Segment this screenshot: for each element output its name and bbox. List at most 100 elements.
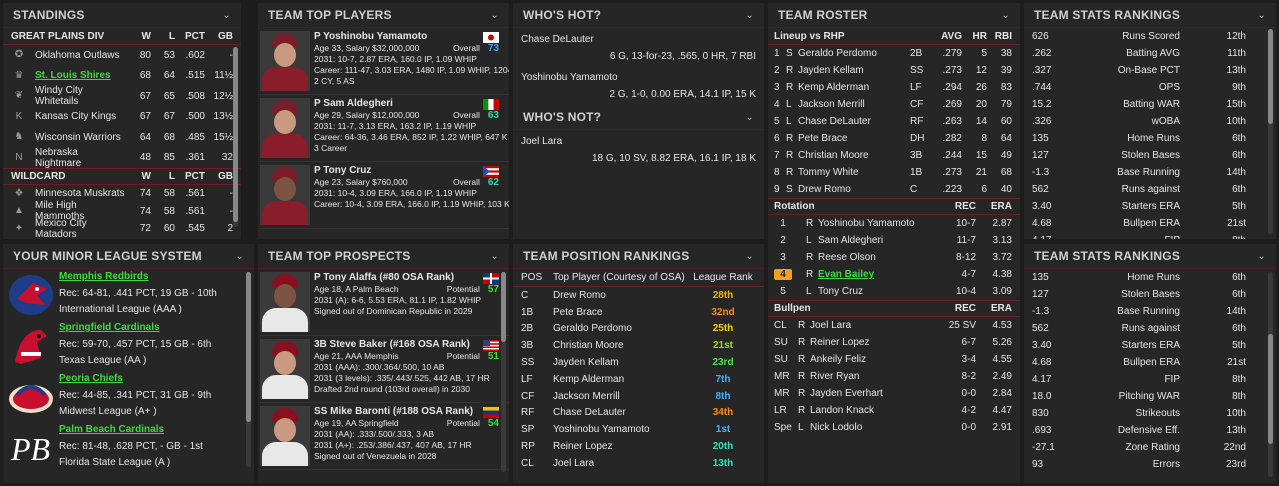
player-card[interactable]: P Sam Aldegheri Age 29, Salary $12,000,00… [260,95,509,162]
not-player-name[interactable]: Joel Lara [521,133,756,150]
player-card[interactable]: P Yoshinobu Yamamoto Age 33, Salary $32,0… [260,28,509,95]
lineup-row[interactable]: 4 L Jackson Merrill CF .269 20 79 [768,96,1020,113]
scrollbar-thumb[interactable] [246,272,251,422]
pitcher-name[interactable]: Yoshinobu Yamamoto [818,218,936,229]
rotation-row[interactable]: 1 R Yoshinobu Yamamoto 10-7 2.87 [768,215,1020,232]
player-name[interactable]: Kemp Alderman [553,374,690,385]
chevron-down-icon[interactable]: ⌄ [490,10,499,21]
hot-player-name[interactable]: Chase DeLauter [521,31,756,48]
chevron-down-icon[interactable]: ⌄ [1001,10,1010,21]
player-name[interactable]: Pete Brace [798,133,910,144]
minor-team[interactable]: Peoria Chiefs Rec: 44-85, .341 PCT, 31 GB… [3,371,254,422]
pitcher-name[interactable]: Jayden Everhart [810,388,936,399]
pitcher-name[interactable]: Reese Olson [818,252,936,263]
team-name[interactable]: Oklahoma Outlaws [35,50,125,61]
chevron-down-icon[interactable]: ⌄ [235,251,244,262]
pitcher-name[interactable]: Evan Bailey [818,269,936,280]
lineup-row[interactable]: 1 S Geraldo Perdomo 2B .279 5 38 [768,45,1020,62]
team-name[interactable]: Peoria Chiefs [59,371,254,388]
chevron-down-icon[interactable]: ⌄ [1257,10,1266,21]
player-name[interactable]: Yoshinobu Yamamoto [553,424,690,435]
team-name[interactable]: Mexico City Matadors [35,218,125,239]
lineup-row[interactable]: 9 S Drew Romo C .223 6 40 [768,181,1020,198]
rotation-row[interactable]: 4 R Evan Bailey 4-7 4.38 [768,266,1020,283]
bullpen-row[interactable]: LR R Landon Knack 4-2 4.47 [768,402,1020,419]
player-name[interactable]: Drew Romo [553,290,690,301]
bullpen-row[interactable]: Spe L Nick Lodolo 0-0 2.91 [768,419,1020,436]
player-name[interactable]: Jayden Kellam [553,357,690,368]
standings-row[interactable]: N Nebraska Nightmare 48 85 .361 32 [3,147,241,169]
rotation-row[interactable]: 2 L Sam Aldegheri 11-7 3.13 [768,232,1020,249]
standings-row[interactable]: ✪ Oklahoma Outlaws 80 53 .602 - [3,45,241,66]
chevron-down-icon[interactable]: ⌄ [745,112,754,123]
player-name[interactable]: Drew Romo [798,184,910,195]
bullpen-row[interactable]: SU R Reiner Lopez 6-7 5.26 [768,334,1020,351]
pitcher-name[interactable]: Nick Lodolo [810,422,936,433]
player-name[interactable]: Geraldo Perdomo [798,48,910,59]
pitcher-name[interactable]: Landon Knack [810,405,936,416]
player-name[interactable]: Jackson Merrill [798,99,910,110]
player-name[interactable]: P Tony Cruz [314,165,371,176]
lineup-row[interactable]: 2 R Jayden Kellam SS .273 12 39 [768,62,1020,79]
player-name[interactable]: P Tony Alaffa (#80 OSA Rank) [314,272,454,283]
team-name[interactable]: Wisconsin Warriors [35,132,125,143]
player-name[interactable]: P Sam Aldegheri [314,98,393,109]
minor-team[interactable]: PB Palm Beach Cardinals Rec: 81-48, .628 P… [3,422,254,473]
prospect-card[interactable]: P Tony Alaffa (#80 OSA Rank) Age 18, A Pa… [260,269,509,336]
pitcher-name[interactable]: Joel Lara [810,320,936,331]
lineup-row[interactable]: 3 R Kemp Alderman LF .294 26 83 [768,79,1020,96]
chevron-down-icon[interactable]: ⌄ [222,10,231,21]
position-row[interactable]: SP Yoshinobu Yamamoto 1st [513,421,764,438]
pitcher-name[interactable]: Tony Cruz [818,286,936,297]
bullpen-row[interactable]: MR R River Ryan 8-2 2.49 [768,368,1020,385]
minor-team[interactable]: Springfield Cardinals Rec: 59-70, .457 PC… [3,320,254,371]
lineup-row[interactable]: 6 R Pete Brace DH .282 8 64 [768,130,1020,147]
player-name[interactable]: Geraldo Perdomo [553,323,690,334]
player-name[interactable]: P Yoshinobu Yamamoto [314,31,427,42]
pitcher-name[interactable]: Ankeily Feliz [810,354,936,365]
chevron-down-icon[interactable]: ⌄ [745,251,754,262]
position-row[interactable]: LF Kemp Alderman 7th [513,371,764,388]
minor-team[interactable]: Memphis Redbirds Rec: 64-81, .441 PCT, 19… [3,269,254,320]
standings-row[interactable]: K Kansas City Kings 67 67 .500 13½ [3,107,241,128]
position-row[interactable]: 1B Pete Brace 32nd [513,304,764,321]
position-row[interactable]: 3B Christian Moore 21st [513,337,764,354]
rotation-row[interactable]: 5 L Tony Cruz 10-4 3.09 [768,283,1020,300]
rotation-row[interactable]: 3 R Reese Olson 8-12 3.72 [768,249,1020,266]
pitcher-name[interactable]: Sam Aldegheri [818,235,936,246]
player-name[interactable]: Pete Brace [553,307,690,318]
hot-player-name[interactable]: Yoshinobu Yamamoto [521,69,756,86]
position-row[interactable]: 2B Geraldo Perdomo 25th [513,321,764,338]
player-name[interactable]: Tommy White [798,167,910,178]
team-name[interactable]: Palm Beach Cardinals [59,422,254,439]
position-row[interactable]: SS Jayden Kellam 23rd [513,354,764,371]
player-name[interactable]: Christian Moore [553,340,690,351]
position-row[interactable]: CF Jackson Merrill 8th [513,388,764,405]
player-card[interactable]: P Tony Cruz Age 23, Salary $760,000 Overal… [260,162,509,229]
player-name[interactable]: SS Mike Baronti (#188 OSA Rank) [314,406,473,417]
player-name[interactable]: Jayden Kellam [798,65,910,76]
chevron-down-icon[interactable]: ⌄ [490,251,499,262]
lineup-row[interactable]: 5 L Chase DeLauter RF .263 14 60 [768,113,1020,130]
lineup-row[interactable]: 8 R Tommy White 1B .273 21 68 [768,164,1020,181]
player-name[interactable]: Christian Moore [798,150,910,161]
prospect-card[interactable]: 3B Steve Baker (#168 OSA Rank) Age 21, AA… [260,336,509,403]
bullpen-row[interactable]: MR R Jayden Everhart 0-0 2.84 [768,385,1020,402]
scrollbar-thumb[interactable] [501,272,506,342]
team-name[interactable]: Kansas City Kings [35,111,125,122]
wildcard-row[interactable]: ✦ Mexico City Matadors 72 60 .545 2 [3,218,241,239]
player-name[interactable]: Chase DeLauter [553,407,690,418]
scrollbar-thumb[interactable] [1268,29,1273,124]
player-name[interactable]: 3B Steve Baker (#168 OSA Rank) [314,339,470,350]
team-name[interactable]: Memphis Redbirds [59,269,254,286]
scrollbar-thumb[interactable] [233,47,238,222]
position-row[interactable]: CL Joel Lara 13th [513,455,764,472]
team-name[interactable]: Minnesota Muskrats [35,188,125,199]
bullpen-row[interactable]: SU R Ankeily Feliz 3-4 4.55 [768,351,1020,368]
chevron-down-icon[interactable]: ⌄ [745,10,754,21]
chevron-down-icon[interactable]: ⌄ [1257,251,1266,262]
team-name[interactable]: Springfield Cardinals [59,320,254,337]
player-name[interactable]: Jackson Merrill [553,391,690,402]
lineup-row[interactable]: 7 R Christian Moore 3B .244 15 49 [768,147,1020,164]
player-name[interactable]: Joel Lara [553,458,690,469]
